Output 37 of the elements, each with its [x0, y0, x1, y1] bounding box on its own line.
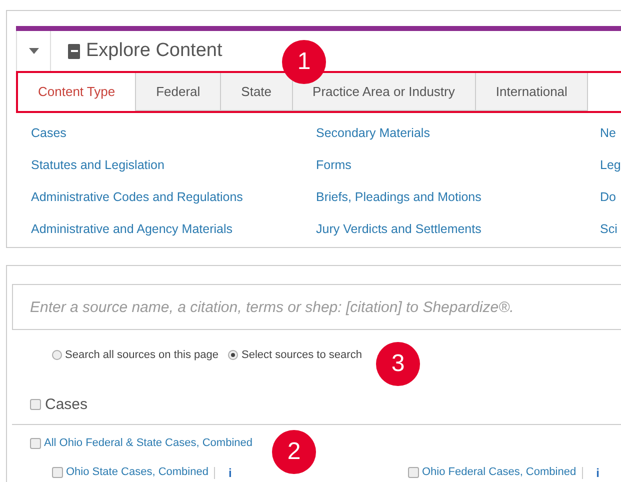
checkbox[interactable]	[52, 467, 63, 478]
search-field[interactable]: Enter a source name, a citation, terms or shep: [citation] to Shepardize®.	[12, 284, 621, 330]
source-link[interactable]: Ohio State Cases, Combined	[66, 464, 208, 481]
content-link[interactable]: Forms	[316, 156, 600, 174]
radio-button[interactable]	[228, 350, 238, 360]
tab[interactable]: Federal	[136, 73, 222, 111]
checkbox[interactable]	[30, 438, 41, 449]
panel-title: Explore Content	[86, 38, 222, 63]
book-icon	[68, 44, 80, 58]
content-link[interactable]: Administrative Codes and Regulations	[31, 188, 316, 206]
tab[interactable]: Practice Area or Industry	[292, 73, 476, 111]
content-link[interactable]: Briefs, Pleadings and Motions	[316, 188, 600, 206]
callout-badge: 3	[376, 342, 420, 386]
content-link[interactable]: Sci	[600, 220, 621, 238]
checkbox[interactable]	[30, 399, 41, 410]
radio-option[interactable]: Search all sources on this page	[52, 347, 218, 364]
content-link[interactable]: Secondary Materials	[316, 124, 600, 142]
source-link[interactable]: All Ohio Federal & State Cases, Combined	[44, 435, 252, 452]
radio-button[interactable]	[52, 350, 62, 360]
content-link[interactable]: Jury Verdicts and Settlements	[316, 220, 600, 238]
info-button[interactable]: i	[228, 464, 232, 482]
tab[interactable]: International	[476, 73, 588, 111]
content-link[interactable]: Leg	[600, 156, 621, 174]
radio-option[interactable]: Select sources to search	[228, 347, 362, 364]
section-title: Cases	[45, 394, 88, 414]
info-button[interactable]: i	[596, 464, 600, 482]
content-link[interactable]: Statutes and Legislation	[31, 156, 316, 174]
content-link[interactable]: Cases	[31, 124, 316, 142]
content-link[interactable]: Do	[600, 188, 621, 206]
source-link[interactable]: Ohio Federal Cases, Combined	[422, 464, 576, 481]
callout-badge: 1	[282, 40, 326, 84]
content-link[interactable]: Administrative and Agency Materials	[31, 220, 316, 238]
content-link[interactable]: Ne	[600, 124, 621, 142]
callout-badge: 2	[272, 430, 316, 474]
checkbox[interactable]	[408, 467, 419, 478]
caret-icon	[28, 48, 38, 54]
tab[interactable]: State	[221, 73, 293, 111]
